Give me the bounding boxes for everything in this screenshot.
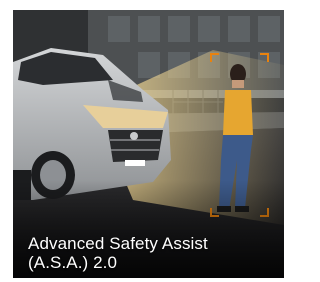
feature-caption: Advanced Safety Assist (A.S.A.) 2.0	[28, 234, 273, 272]
caption-line-2: (A.S.A.) 2.0	[28, 253, 118, 272]
caption-line-1: Advanced Safety Assist	[28, 234, 208, 253]
feature-card[interactable]: Advanced Safety Assist (A.S.A.) 2.0	[13, 10, 284, 278]
